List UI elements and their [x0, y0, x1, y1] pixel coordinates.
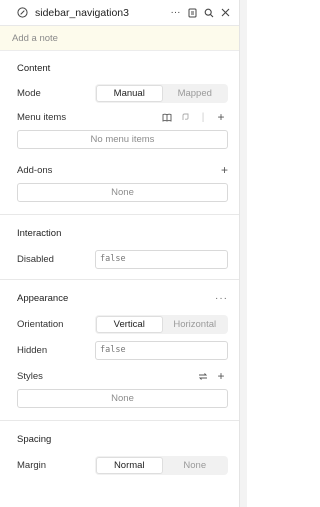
appearance-header: Appearance ··· — [17, 280, 228, 312]
mode-option-mapped[interactable]: Mapped — [163, 85, 228, 102]
orientation-option-vertical[interactable]: Vertical — [96, 315, 163, 333]
component-icon — [16, 7, 28, 19]
book-icon[interactable] — [160, 110, 174, 124]
margin-option-none[interactable]: None — [163, 457, 228, 474]
menu-items-empty: No menu items — [17, 130, 228, 149]
orientation-toggle: Vertical Horizontal — [95, 314, 228, 334]
mode-row: Mode Manual Mapped — [17, 81, 228, 105]
menu-items-actions: | + — [160, 110, 228, 124]
margin-toggle: Normal None — [95, 455, 228, 475]
hidden-label: Hidden — [17, 344, 48, 356]
add-style-icon[interactable]: + — [214, 369, 228, 383]
addons-empty: None — [17, 183, 228, 202]
appearance-section: Appearance ··· Orientation Vertical Hori… — [0, 280, 239, 421]
more-icon[interactable]: ··· — [168, 5, 184, 21]
swap-icon[interactable] — [196, 369, 210, 383]
mode-toggle: Manual Mapped — [95, 83, 228, 103]
disabled-row: Disabled false — [17, 247, 228, 271]
hidden-row: Hidden false — [17, 338, 228, 362]
styles-empty: None — [17, 389, 228, 408]
inspector-header: sidebar_navigation3 ··· — [0, 0, 239, 26]
add-note-field[interactable]: Add a note — [0, 26, 239, 51]
margin-row: Margin Normal None — [17, 453, 228, 477]
spacing-section: Spacing Margin Normal None — [0, 421, 239, 477]
menu-items-label: Menu items — [17, 111, 67, 123]
addons-label: Add-ons — [17, 164, 53, 176]
styles-label: Styles — [17, 370, 43, 382]
orientation-row: Orientation Vertical Horizontal — [17, 312, 228, 336]
mode-option-manual[interactable]: Manual — [96, 84, 163, 102]
hidden-input[interactable]: false — [95, 340, 228, 360]
menu-items-row: Menu items | + — [17, 105, 228, 129]
orientation-option-horizontal[interactable]: Horizontal — [163, 316, 228, 333]
appearance-more-icon[interactable]: ··· — [215, 293, 228, 304]
divider: | — [201, 111, 205, 123]
add-addon-icon[interactable]: + — [221, 164, 228, 176]
inspector-panel: sidebar_navigation3 ··· Add a note Conte… — [0, 0, 240, 507]
orientation-label: Orientation — [17, 318, 64, 330]
styles-actions: + — [196, 369, 228, 383]
search-icon[interactable] — [201, 5, 217, 21]
disabled-input[interactable]: false — [95, 249, 228, 269]
section-title-interaction: Interaction — [17, 227, 62, 239]
component-title: sidebar_navigation3 — [35, 6, 129, 19]
notes-icon[interactable] — [184, 5, 200, 21]
margin-option-normal[interactable]: Normal — [96, 456, 163, 474]
section-title-spacing: Spacing — [17, 433, 52, 445]
interaction-section: Interaction Disabled false — [0, 215, 239, 280]
styles-row: Styles + — [17, 364, 228, 388]
addons-row: Add-ons + — [17, 158, 228, 182]
content-section: Content Mode Manual Mapped Menu items | … — [0, 51, 239, 215]
disabled-label: Disabled — [17, 253, 54, 265]
add-menu-item-icon[interactable]: + — [214, 110, 228, 124]
link-icon[interactable] — [178, 110, 192, 124]
section-title-appearance: Appearance — [17, 292, 69, 304]
close-icon[interactable] — [217, 5, 233, 21]
mode-label: Mode — [17, 87, 41, 99]
canvas-gutter — [240, 0, 247, 507]
section-title-content: Content — [17, 62, 51, 74]
margin-label: Margin — [17, 459, 47, 471]
